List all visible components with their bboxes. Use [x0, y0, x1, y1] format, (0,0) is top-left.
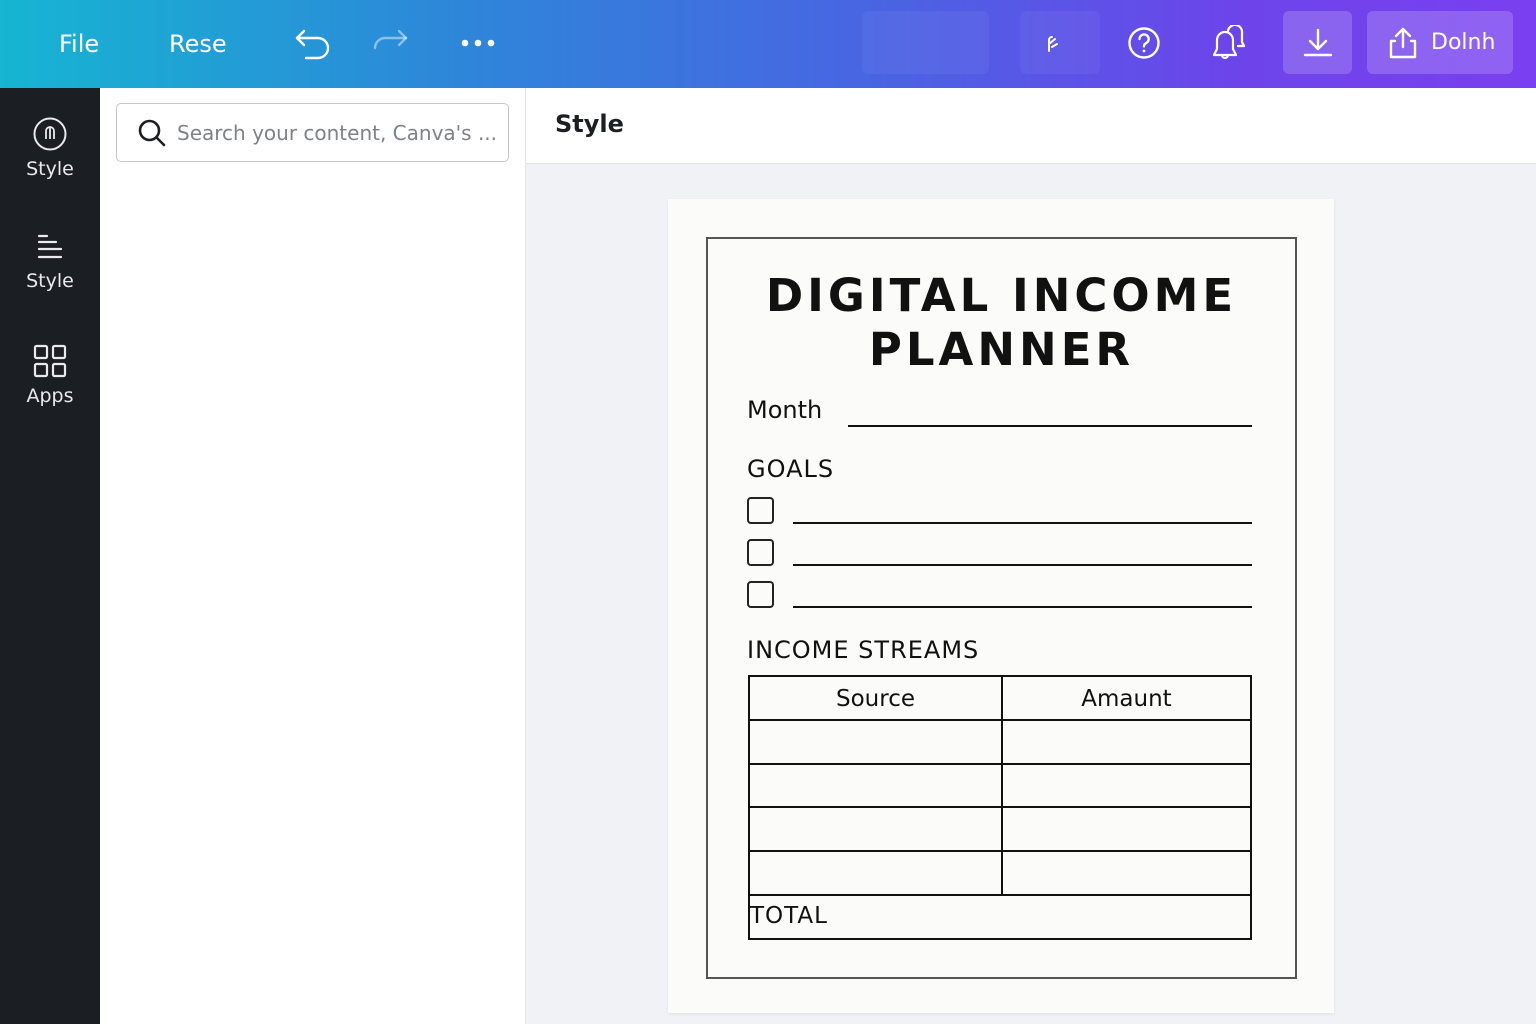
- style-circle-icon: [33, 117, 67, 151]
- income-table[interactable]: Source Amaunt TOTAL: [748, 675, 1252, 940]
- help-icon[interactable]: [1126, 25, 1162, 61]
- download-button[interactable]: [1283, 11, 1352, 74]
- goal-row: [747, 539, 1252, 567]
- table-header-amount: Amaunt: [1081, 686, 1172, 712]
- goal-checkbox[interactable]: [747, 497, 774, 524]
- comments-icon[interactable]: [1210, 25, 1248, 61]
- more-options-icon[interactable]: [460, 36, 496, 50]
- top-toolbar: File Rese Dolnh: [0, 0, 1536, 88]
- rail-item-style[interactable]: Style: [0, 116, 100, 212]
- goal-checkbox[interactable]: [747, 539, 774, 566]
- row-divider: [750, 763, 1250, 765]
- column-divider: [1001, 677, 1003, 894]
- insights-button[interactable]: [1020, 11, 1100, 74]
- redo-icon[interactable]: [371, 27, 409, 61]
- apps-grid-icon: [33, 344, 67, 378]
- goal-line: [793, 564, 1252, 566]
- undo-icon[interactable]: [294, 27, 332, 61]
- goals-heading[interactable]: GOALS: [747, 455, 834, 483]
- search-box[interactable]: [116, 103, 509, 162]
- rail-item-label: Style: [26, 158, 74, 180]
- row-divider: [750, 719, 1250, 721]
- rail-item-label: Apps: [26, 385, 74, 407]
- goal-line: [793, 522, 1252, 524]
- search-input[interactable]: [177, 120, 497, 145]
- rail-item-apps[interactable]: Apps: [0, 343, 100, 439]
- month-label[interactable]: Month: [747, 396, 822, 424]
- income-streams-heading[interactable]: INCOME STREAMS: [747, 636, 979, 664]
- rail-item-label: Style: [26, 270, 74, 292]
- resize-button[interactable]: Rese: [169, 26, 227, 62]
- file-menu-button[interactable]: File: [59, 26, 99, 62]
- search-icon: [138, 119, 166, 146]
- design-page[interactable]: DIGITAL INCOME PLANNER Month GOALS INCOME…: [668, 199, 1334, 1013]
- share-icon: [1389, 27, 1417, 58]
- row-divider: [750, 850, 1250, 852]
- rail-item-text-style[interactable]: Style: [0, 230, 100, 326]
- total-label: TOTAL: [750, 903, 828, 929]
- side-panel: [100, 88, 526, 1024]
- collaborators-area: [862, 11, 989, 74]
- download-icon: [1303, 28, 1332, 56]
- share-button[interactable]: Dolnh: [1367, 11, 1513, 74]
- share-button-label: Dolnh: [1431, 30, 1496, 55]
- left-rail: Style Style Apps: [0, 88, 100, 1024]
- goal-checkbox[interactable]: [747, 581, 774, 608]
- table-header-source: Source: [836, 686, 915, 712]
- planner-frame: DIGITAL INCOME PLANNER Month GOALS INCOME…: [706, 237, 1297, 979]
- planner-title[interactable]: DIGITAL INCOME PLANNER: [708, 269, 1295, 377]
- goal-row: [747, 581, 1252, 609]
- workspace-header: Style: [526, 88, 1536, 164]
- goal-row: [747, 497, 1252, 525]
- editor-workspace: Style DIGITAL INCOME PLANNER Month GOALS …: [526, 88, 1536, 1024]
- goal-line: [793, 606, 1252, 608]
- row-divider: [750, 806, 1250, 808]
- row-divider: [750, 894, 1250, 896]
- month-line: [848, 425, 1252, 427]
- text-lines-icon: [37, 234, 63, 259]
- workspace-title: Style: [555, 110, 624, 138]
